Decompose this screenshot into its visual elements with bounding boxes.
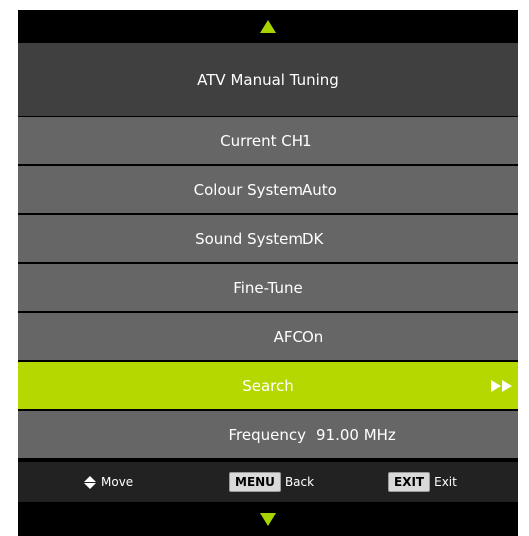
tuning-menu: Current CH 1 Colour System Auto Sound Sy…: [18, 117, 518, 460]
menu-item-colour-system[interactable]: Colour System Auto: [18, 166, 518, 213]
menu-title-text: ATV Manual Tuning: [197, 70, 339, 89]
menu-item-fine-tune[interactable]: Fine-Tune: [18, 264, 518, 311]
fine-tune-label: Fine-Tune: [233, 278, 303, 297]
help-bar: Move MENU Back EXIT Exit: [18, 462, 518, 502]
menu-item-current-ch[interactable]: Current CH 1: [18, 117, 518, 164]
menu-title: ATV Manual Tuning: [18, 43, 518, 116]
frequency-value: 91.00 MHz: [316, 425, 396, 444]
menu-item-search[interactable]: Search: [18, 362, 518, 409]
current-ch-label: Current CH: [220, 131, 303, 150]
afc-label: AFC: [273, 327, 303, 346]
menu-item-sound-system[interactable]: Sound System DK: [18, 215, 518, 262]
exit-key[interactable]: EXIT: [388, 472, 431, 492]
play-icon: [491, 379, 512, 392]
arrow-down-icon[interactable]: [260, 513, 276, 526]
sound-system-value: DK: [302, 229, 324, 248]
arrow-up-icon[interactable]: [260, 20, 276, 33]
menu-key[interactable]: MENU: [229, 472, 281, 492]
search-label: Search: [242, 376, 294, 395]
colour-system-value: Auto: [302, 180, 337, 199]
help-back: MENU Back: [229, 462, 314, 502]
up-down-icon: [84, 475, 96, 489]
current-ch-value: 1: [302, 131, 312, 150]
afc-value: On: [302, 327, 324, 346]
help-move: Move: [84, 462, 133, 502]
help-exit-text: Exit: [434, 475, 457, 489]
menu-item-frequency[interactable]: Frequency 91.00 MHz: [18, 411, 518, 458]
osd-panel: ATV Manual Tuning Current CH 1 Colour Sy…: [18, 10, 518, 536]
help-exit: EXIT Exit: [388, 462, 457, 502]
menu-item-afc[interactable]: AFC On: [18, 313, 518, 360]
help-move-text: Move: [101, 475, 134, 489]
frequency-label: Frequency: [228, 425, 307, 444]
help-back-text: Back: [284, 475, 315, 489]
colour-system-label: Colour System: [193, 180, 303, 199]
sound-system-label: Sound System: [195, 229, 303, 248]
